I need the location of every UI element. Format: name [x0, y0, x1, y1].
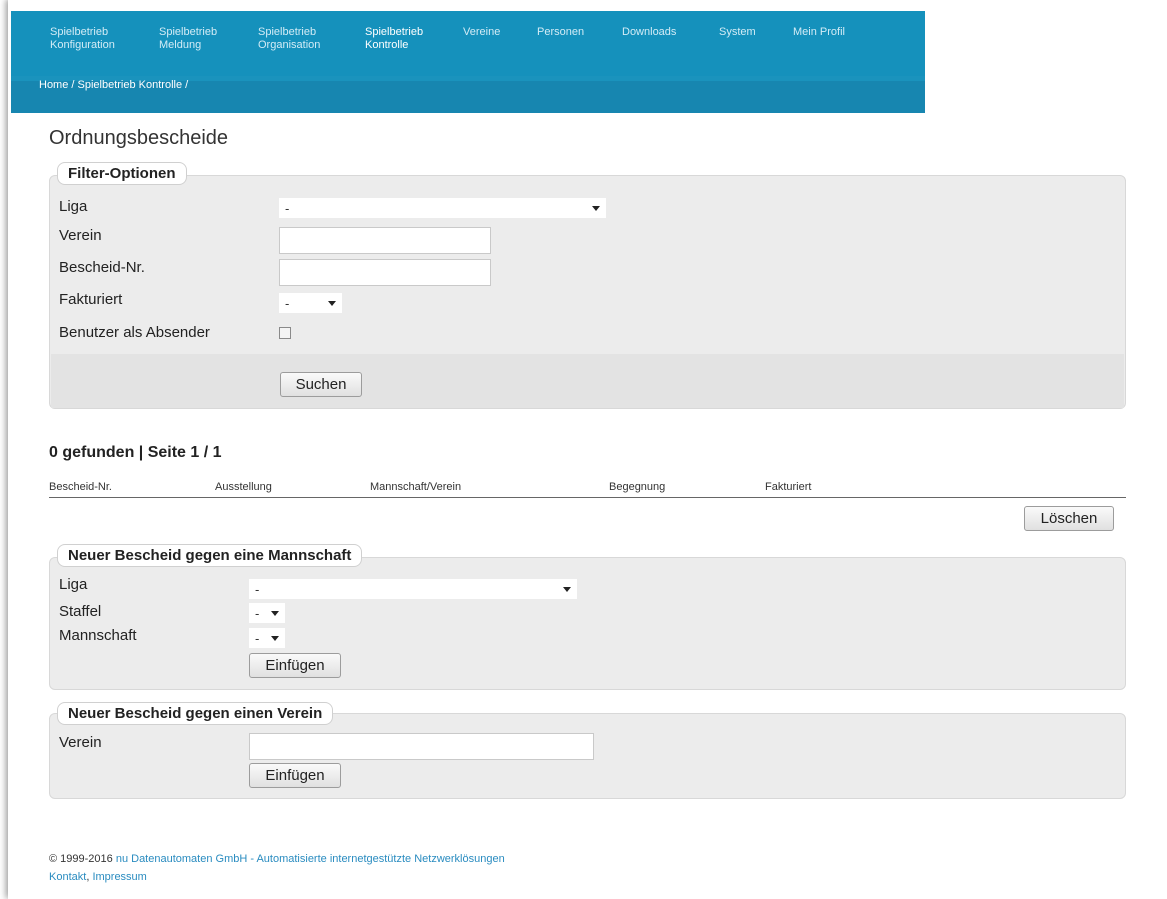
- column-header-fakturiert[interactable]: Fakturiert: [765, 481, 811, 493]
- chevron-down-icon: [592, 206, 600, 211]
- search-button[interactable]: Suchen: [280, 372, 362, 397]
- nav-item-system[interactable]: System: [719, 26, 756, 39]
- new-club-notice-legend: Neuer Bescheid gegen einen Verein: [57, 702, 334, 725]
- verein-label: Verein: [59, 227, 102, 244]
- insert-club-notice-button[interactable]: Einfügen: [249, 763, 341, 788]
- nav-item-vereine[interactable]: Vereine: [463, 26, 500, 39]
- team-liga-label: Liga: [59, 576, 88, 593]
- liga-select-value: -: [285, 201, 290, 216]
- column-header-bescheid-nr[interactable]: Bescheid-Nr.: [49, 481, 112, 493]
- column-header-mannschaft-verein[interactable]: Mannschaft/Verein: [370, 481, 461, 493]
- filter-options-legend: Filter-Optionen: [57, 162, 187, 185]
- new-team-notice-legend: Neuer Bescheid gegen eine Mannschaft: [57, 544, 363, 567]
- insert-team-notice-button[interactable]: Einfügen: [249, 653, 341, 678]
- nav-item-downloads[interactable]: Downloads: [622, 26, 676, 39]
- club-verein-label: Verein: [59, 734, 102, 751]
- nav-item-spielbetrieb-meldung[interactable]: Spielbetrieb Meldung: [159, 26, 217, 52]
- chevron-down-icon: [271, 611, 279, 616]
- chevron-down-icon: [563, 587, 571, 592]
- mannschaft-select-value: -: [255, 631, 260, 646]
- delete-button[interactable]: Löschen: [1024, 506, 1114, 531]
- club-verein-input[interactable]: [249, 733, 594, 760]
- team-liga-select-value: -: [255, 582, 260, 597]
- footer-company-link[interactable]: nu Datenautomaten GmbH - Automatisierte …: [116, 853, 505, 865]
- footer-copyright: © 1999-2016: [49, 853, 113, 865]
- bescheid-nr-input[interactable]: [279, 259, 491, 286]
- table-header-divider: [49, 497, 1126, 498]
- staffel-select[interactable]: -: [249, 603, 285, 623]
- fakturiert-label: Fakturiert: [59, 291, 123, 308]
- staffel-label: Staffel: [59, 603, 102, 620]
- nav-item-personen[interactable]: Personen: [537, 26, 584, 39]
- footer-separator: ,: [86, 871, 90, 883]
- page-title: Ordnungsbescheide: [49, 127, 229, 149]
- footer-imprint-link[interactable]: Impressum: [92, 871, 146, 883]
- mannschaft-label: Mannschaft: [59, 627, 137, 644]
- breadcrumb[interactable]: Home / Spielbetrieb Kontrolle /: [39, 79, 188, 91]
- footer-copyright-line: © 1999-2016 nu Datenautomaten GmbH - Aut…: [49, 853, 505, 865]
- nav-item-spielbetrieb-konfiguration[interactable]: Spielbetrieb Konfiguration: [50, 26, 115, 52]
- team-liga-select[interactable]: -: [249, 579, 577, 599]
- footer-contact-link[interactable]: Kontakt: [49, 871, 86, 883]
- footer-links-line: Kontakt, Impressum: [49, 871, 147, 883]
- nav-menu-bar: Spielbetrieb Konfiguration Spielbetrieb …: [11, 11, 925, 76]
- chevron-down-icon: [271, 636, 279, 641]
- benutzer-als-absender-label: Benutzer als Absender: [59, 324, 210, 341]
- new-team-notice-panel: [49, 557, 1126, 690]
- fakturiert-select[interactable]: -: [279, 293, 342, 313]
- liga-label: Liga: [59, 198, 88, 215]
- liga-select[interactable]: -: [279, 198, 606, 218]
- fakturiert-select-value: -: [285, 296, 290, 311]
- verein-input[interactable]: [279, 227, 491, 254]
- benutzer-als-absender-checkbox[interactable]: [279, 327, 291, 339]
- column-header-begegnung[interactable]: Begegnung: [609, 481, 665, 493]
- main-navigation: Spielbetrieb Konfiguration Spielbetrieb …: [11, 11, 925, 113]
- chevron-down-icon: [328, 301, 336, 306]
- nav-item-mein-profil[interactable]: Mein Profil: [793, 26, 845, 39]
- filter-button-band: [51, 354, 1124, 408]
- results-summary: 0 gefunden | Seite 1 / 1: [49, 444, 222, 461]
- staffel-select-value: -: [255, 606, 260, 621]
- nav-item-spielbetrieb-organisation[interactable]: Spielbetrieb Organisation: [258, 26, 320, 52]
- nav-item-spielbetrieb-kontrolle[interactable]: Spielbetrieb Kontrolle: [365, 26, 423, 52]
- mannschaft-select[interactable]: -: [249, 628, 285, 648]
- bescheid-nr-label: Bescheid-Nr.: [59, 259, 145, 276]
- column-header-ausstellung[interactable]: Ausstellung: [215, 481, 272, 493]
